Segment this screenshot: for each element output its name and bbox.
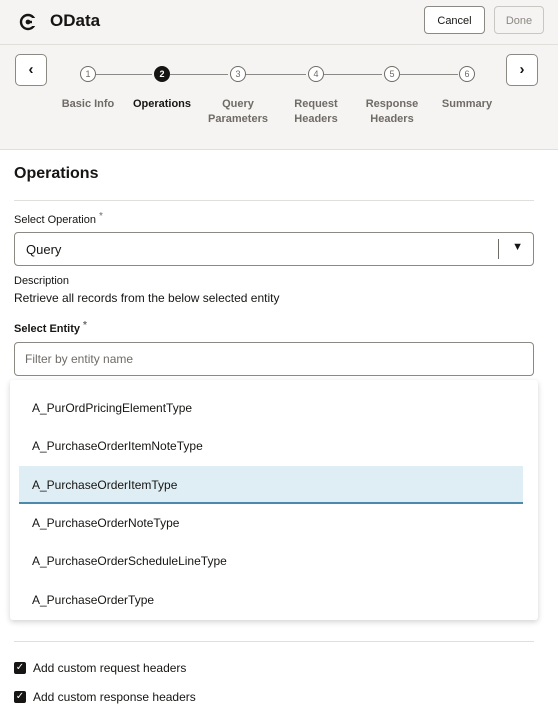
step-connector (170, 74, 228, 75)
step-6-label[interactable]: Summary (430, 97, 504, 112)
entity-option[interactable]: A_PurchaseOrderType (19, 584, 523, 616)
caret-down-icon[interactable]: ▼ (512, 241, 523, 253)
select-operation-label-text: Select Operation (14, 214, 96, 226)
step-5-label[interactable]: Response Headers (355, 97, 429, 127)
checkbox-checked-icon[interactable]: ✓ (14, 690, 26, 703)
cancel-button[interactable]: Cancel (424, 6, 485, 34)
custom-response-headers-label: Add custom response headers (33, 690, 196, 704)
checkbox-divider (14, 641, 534, 642)
step-1-label[interactable]: Basic Info (51, 97, 125, 112)
step-2-label[interactable]: Operations (125, 97, 199, 112)
step-connector (96, 74, 152, 75)
step-2-circle[interactable]: 2 (154, 66, 170, 82)
step-connector (400, 74, 458, 75)
entity-dropdown-list: A_PurOrdPricingElementType A_PurchaseOrd… (10, 380, 538, 620)
custom-request-headers-checkbox[interactable]: ✓ Add custom request headers (14, 661, 186, 675)
section-title: Operations (14, 165, 99, 182)
select-operation-label: Select Operation * (14, 211, 103, 226)
operation-select[interactable]: Query ▼ (14, 232, 534, 266)
section-divider (14, 200, 534, 201)
odata-logo-icon (19, 13, 38, 31)
previous-step-button[interactable]: ‹ (15, 54, 47, 86)
description-label: Description (14, 275, 70, 287)
select-entity-label: Select Entity * (14, 320, 87, 335)
chevron-left-icon: ‹ (28, 61, 34, 78)
entity-option-selected[interactable]: A_PurchaseOrderItemType (19, 466, 523, 504)
step-5-circle[interactable]: 5 (384, 66, 400, 82)
select-entity-label-text: Select Entity (14, 323, 81, 335)
custom-request-headers-label: Add custom request headers (33, 661, 187, 675)
app-header: OData Cancel Done (0, 0, 558, 45)
entity-option[interactable]: A_PurchaseOrderScheduleLineType (19, 545, 523, 577)
custom-response-headers-checkbox[interactable]: ✓ Add custom response headers (14, 690, 196, 704)
done-button[interactable]: Done (494, 6, 544, 34)
step-connector (246, 74, 306, 75)
step-4-circle[interactable]: 4 (308, 66, 324, 82)
description-text: Retrieve all records from the below sele… (14, 291, 280, 305)
next-step-button[interactable]: › (506, 54, 538, 86)
required-mark: * (98, 211, 103, 222)
step-3-label[interactable]: Query Parameters (201, 97, 275, 127)
step-1-circle[interactable]: 1 (80, 66, 96, 82)
app-title: OData (50, 11, 101, 30)
select-separator (498, 239, 499, 259)
entity-option[interactable]: A_PurchaseOrderNoteType (19, 507, 523, 539)
step-6-circle[interactable]: 6 (459, 66, 475, 82)
step-4-label[interactable]: Request Headers (279, 97, 353, 127)
step-3-circle[interactable]: 3 (230, 66, 246, 82)
entity-option[interactable]: A_PurchaseOrderItemNoteType (19, 430, 523, 462)
entity-option[interactable]: A_PurOrdPricingElementType (19, 392, 523, 424)
step-connector (324, 74, 382, 75)
required-mark: * (83, 320, 87, 331)
operation-select-value: Query (26, 242, 62, 257)
checkbox-checked-icon[interactable]: ✓ (14, 661, 26, 674)
entity-filter-input[interactable] (14, 342, 534, 376)
train-stepper: ‹ › 1 2 3 4 5 6 Basic Info Operations Qu… (0, 45, 558, 150)
chevron-right-icon: › (519, 61, 525, 78)
